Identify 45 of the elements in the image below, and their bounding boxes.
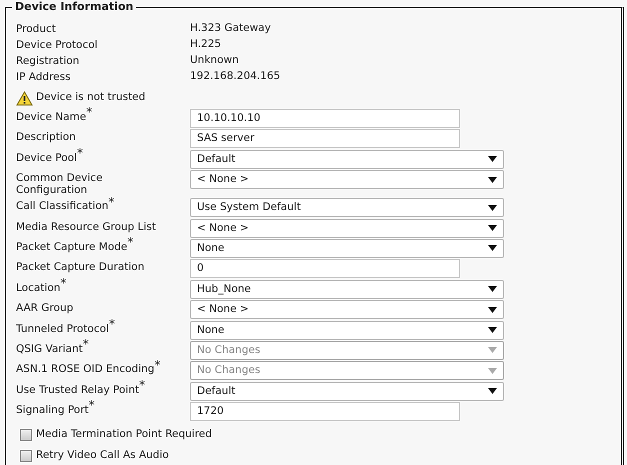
dropdown-field[interactable]: < None >	[190, 300, 504, 320]
field-value: H.225	[190, 37, 222, 52]
text-input[interactable]: 10.10.10.10	[190, 109, 460, 128]
field-label: Common Device Configuration	[16, 171, 104, 196]
dropdown-field[interactable]: < None >	[190, 170, 504, 190]
caret-icon	[488, 306, 497, 313]
caret-icon	[488, 327, 497, 334]
dropdown-field[interactable]: Default	[190, 382, 504, 401]
field-value: H.323 Gateway	[190, 21, 271, 36]
caret-icon	[488, 388, 497, 394]
field-value: 192.168.204.165	[190, 69, 280, 84]
text-input[interactable]: 1720	[190, 402, 460, 422]
field-value: Unknown	[190, 53, 239, 68]
dropdown-field: No Changes	[190, 361, 504, 380]
dropdown-field[interactable]: < None >	[190, 218, 504, 238]
text-input[interactable]: 0	[190, 259, 460, 278]
field-label: Packet Capture Duration	[16, 260, 146, 274]
dropdown-field[interactable]: Hub_None	[190, 280, 504, 299]
dropdown-field[interactable]: None	[190, 320, 504, 340]
caret-icon	[488, 368, 497, 374]
dropdown-field[interactable]: Use System Default	[190, 198, 504, 218]
dropdown-field[interactable]: Default	[190, 150, 504, 169]
field-label: AAR Group	[16, 301, 74, 314]
text-input[interactable]: SAS server	[190, 129, 460, 148]
caret-icon	[488, 286, 497, 292]
checkbox-label: Retry Video Call As Audio	[36, 448, 169, 464]
caret-icon	[488, 204, 497, 211]
warning-text: Device is not trusted	[36, 90, 146, 106]
caret-icon	[488, 225, 497, 232]
caret-icon	[488, 245, 497, 252]
dropdown-field: No Changes	[190, 340, 504, 360]
caret-icon	[488, 156, 497, 162]
checkbox[interactable]	[20, 450, 32, 462]
field-label: Device Protocol	[16, 39, 99, 51]
field-label: Product	[16, 23, 57, 35]
field-label: IP Address	[16, 71, 72, 83]
field-label: Description	[16, 130, 77, 144]
caret-icon	[488, 176, 497, 183]
checkbox-label: Media Termination Point Required	[36, 427, 212, 442]
field-label: Media Resource Group List	[16, 220, 158, 233]
warning-icon	[16, 90, 33, 106]
caret-icon	[488, 347, 497, 354]
checkbox[interactable]	[20, 428, 32, 441]
field-label: Registration	[16, 55, 80, 67]
dropdown-field[interactable]: None	[190, 238, 504, 258]
